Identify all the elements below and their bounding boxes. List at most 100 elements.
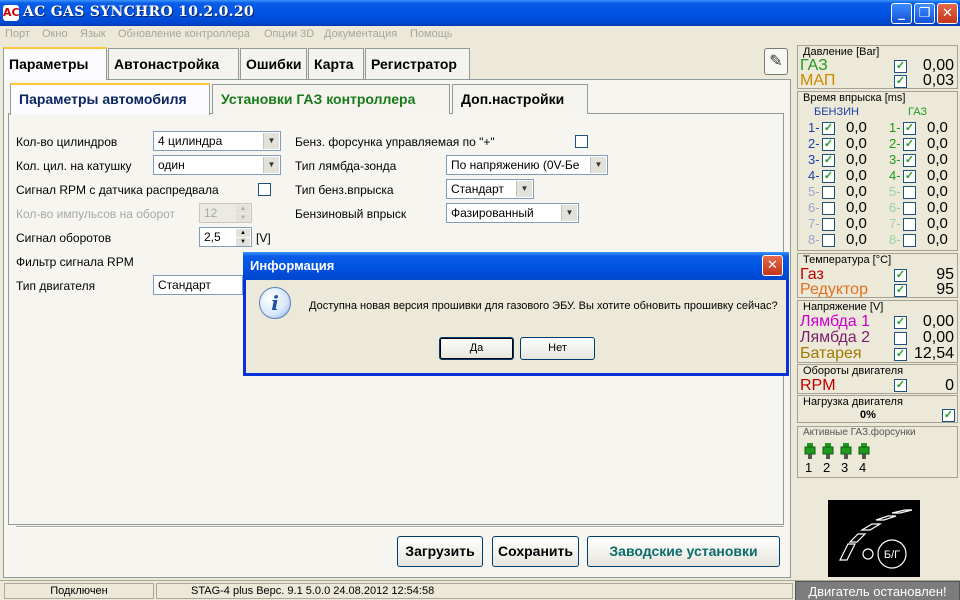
injector-number: 1 [805,460,813,475]
rpm-value: 0 [945,377,954,394]
petrol-injector-checkbox[interactable] [822,186,835,199]
tab-parameters[interactable]: Параметры [3,47,107,80]
engine-type-label: Тип двигателя [16,279,96,293]
petrol-injector-label: 6- [808,200,820,215]
rpm-label: RPM [800,377,836,394]
pen-help-icon[interactable]: ✎ [764,48,788,75]
map-pressure-label: МАП [800,72,836,89]
gas-injector-checkbox[interactable] [903,186,916,199]
tab-errors[interactable]: Ошибки [240,48,307,79]
gas-injector-checkbox[interactable]: ✓ [903,170,916,183]
map-pressure-checkbox[interactable]: ✓ [894,75,907,88]
gas-injector-checkbox[interactable]: ✓ [903,154,916,167]
load-checkbox[interactable]: ✓ [942,409,955,422]
lambda1-checkbox[interactable]: ✓ [894,316,907,329]
battery-checkbox[interactable]: ✓ [894,348,907,361]
petrol-injector-label: 2- [808,136,820,151]
gas-injector-checkbox[interactable]: ✓ [903,122,916,135]
gas-injector-icon [858,443,870,459]
minimize-button[interactable]: _ [891,3,912,24]
spin-up-icon: ▲ [236,205,250,213]
chevron-down-icon: ▼ [590,157,606,173]
lambda2-checkbox[interactable] [894,332,907,345]
menu-window[interactable]: Окно [42,28,68,40]
spin-up-icon[interactable]: ▲ [236,229,250,237]
battery-label: Батарея [800,345,862,362]
rpm-checkbox[interactable]: ✓ [894,379,907,392]
reducer-temp-checkbox[interactable]: ✓ [894,284,907,297]
gas-injector-checkbox[interactable]: ✓ [903,138,916,151]
menu-help[interactable]: Помощь [410,28,453,40]
rpm-signal-value: 2,5 [204,230,221,244]
petrol-injection-label: Бензиновый впрыск [295,207,407,221]
petrol-injector-checkbox[interactable]: ✓ [822,170,835,183]
lambda-type-label: Тип лямбда-зонда [295,159,397,173]
petrol-injector-checkbox[interactable] [822,234,835,247]
coil-label: Кол. цил. на катушку [16,159,132,173]
no-button[interactable]: Нет [520,337,595,360]
yes-button[interactable]: Да [439,337,514,360]
gas-injection-value: 0,0 [927,231,948,248]
petrol-injector-plus-checkbox[interactable] [575,135,588,148]
menu-documentation[interactable]: Документация [324,28,397,40]
tab-recorder[interactable]: Регистратор [365,48,470,79]
injection-title: Время впрыска [ms] [803,92,906,104]
rpm-signal-unit: [V] [256,231,271,245]
petrol-injector-checkbox[interactable]: ✓ [822,122,835,135]
gas-injector-checkbox[interactable] [903,218,916,231]
subtab-gas-controller-settings[interactable]: Установки ГАЗ контроллера [212,84,450,114]
tab-map[interactable]: Карта [308,48,364,79]
load-button[interactable]: Загрузить [397,536,483,567]
gas-injector-checkbox[interactable] [903,234,916,247]
rpm-signal-label: Сигнал оборотов [16,231,112,245]
petrol-injection-value: 0,0 [846,119,867,136]
engine-status-icon[interactable]: Б/Г [828,500,920,577]
rpm-signal-spinner[interactable]: 2,5 ▲ ▼ [199,227,252,247]
menu-language[interactable]: Язык [80,28,106,40]
gas-injection-value: 0,0 [927,135,948,152]
gas-temp-checkbox[interactable]: ✓ [894,269,907,282]
temperature-title: Температура [°C] [803,254,892,266]
tab-autotuning[interactable]: Автонастройка [108,48,239,79]
petrol-injection-value: Фазированный [451,206,534,220]
menu-3d-options[interactable]: Опции 3D [264,28,314,40]
gas-injection-value: 0,0 [927,215,948,232]
gas-pressure-checkbox[interactable]: ✓ [894,60,907,73]
spin-down-icon[interactable]: ▼ [236,238,250,246]
petrol-injector-checkbox[interactable] [822,202,835,215]
menu-port[interactable]: Порт [5,28,30,40]
subtab-extra-settings[interactable]: Доп.настройки [452,84,588,114]
dialog-close-button[interactable]: ✕ [762,255,783,276]
status-bar: Подключен STAG-4 plus Верс. 9.1 5.0.0 24… [0,580,960,600]
reducer-temp-value: 95 [936,281,954,298]
injection-panel: Время впрыска [ms] БЕНЗИН ГАЗ 1- ✓ 0,0 1- ✓ 0… [797,91,958,251]
dialog-message: Доступна новая версия прошивки для газов… [309,300,778,312]
injector-number: 3 [841,460,849,475]
subtab-car-parameters[interactable]: Параметры автомобиля [10,83,210,115]
petrol-injection-select[interactable]: Фазированный ▼ [446,203,579,223]
gas-injector-label: 4- [889,168,901,183]
petrol-injector-checkbox[interactable]: ✓ [822,154,835,167]
coil-select[interactable]: один ▼ [153,155,281,175]
factory-settings-button[interactable]: Заводские установки [587,536,780,567]
lambda-type-select[interactable]: По напряжению (0V-Бе ▼ [446,155,608,175]
save-button[interactable]: Сохранить [492,536,579,567]
petrol-injector-label: 5- [808,184,820,199]
cylinders-select[interactable]: 4 цилиндра ▼ [153,131,281,151]
rpm-cam-checkbox[interactable] [258,183,271,196]
maximize-button[interactable]: ❐ [914,3,935,24]
menu-controller-update[interactable]: Обновление контроллера [118,28,250,40]
petrol-injector-checkbox[interactable]: ✓ [822,138,835,151]
lambda-type-value: По напряжению (0V-Бе [451,158,580,172]
gas-injector-label: 8- [889,232,901,247]
petrol-injector-checkbox[interactable] [822,218,835,231]
gas-injector-label: 6- [889,200,901,215]
gas-injector-checkbox[interactable] [903,202,916,215]
engine-type-select[interactable]: Стандарт [153,275,243,295]
pulses-label: Кол-во импульсов на оборот [16,207,176,221]
close-button[interactable]: ✕ [937,3,958,24]
petrol-injection-type-select[interactable]: Стандарт ▼ [446,179,534,199]
pressure-panel: Давление [Bar] ГАЗ ✓ 0,00 МАП ✓ 0,03 [797,45,958,89]
petrol-injection-value: 0,0 [846,183,867,200]
petrol-injection-value: 0,0 [846,151,867,168]
